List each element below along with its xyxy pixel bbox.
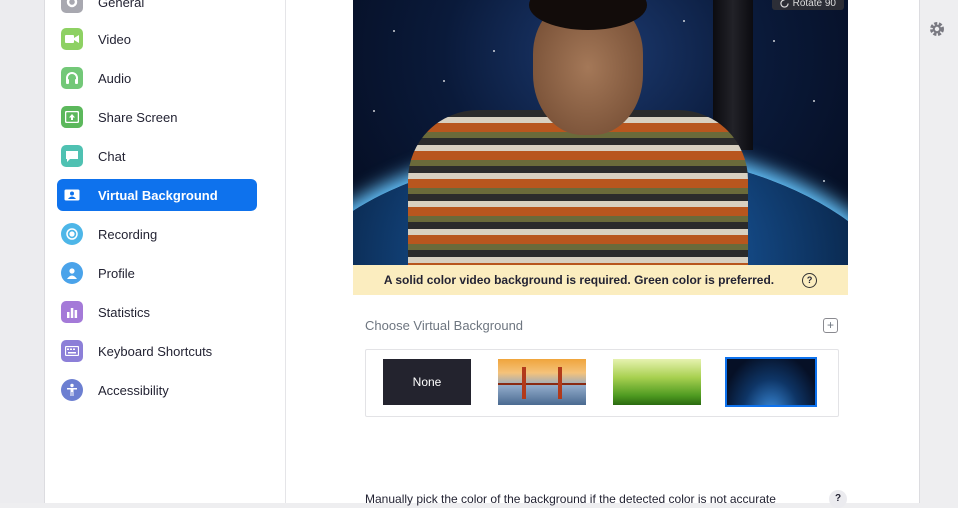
- sidebar-item-label: Share Screen: [98, 109, 178, 125]
- background-option-none[interactable]: None: [383, 359, 471, 405]
- sidebar-item-label: Chat: [98, 148, 126, 164]
- camera-preview: Rotate 90: [353, 0, 848, 265]
- sidebar-item-statistics[interactable]: Statistics: [57, 296, 257, 328]
- sidebar-item-label: Video: [98, 31, 132, 47]
- sidebar-item-accessibility[interactable]: Accessibility: [57, 374, 257, 406]
- bridge-deck: [498, 383, 586, 385]
- keyboard-icon: [61, 340, 83, 362]
- sidebar-item-profile[interactable]: Profile: [57, 257, 257, 289]
- manual-color-text: Manually pick the color of the backgroun…: [365, 492, 776, 506]
- solid-color-notice: A solid color video background is requir…: [353, 265, 848, 295]
- settings-gear-icon[interactable]: [928, 20, 946, 38]
- sidebar-item-keyboard-shortcuts[interactable]: Keyboard Shortcuts: [57, 335, 257, 367]
- sidebar-item-label: Statistics: [98, 304, 151, 320]
- gear-icon: [61, 0, 83, 13]
- background-option-space-earth[interactable]: [725, 357, 817, 407]
- recording-icon: [61, 223, 83, 245]
- chat-icon: [61, 145, 83, 167]
- sidebar-item-video[interactable]: Video: [57, 23, 257, 55]
- manual-help-icon[interactable]: ?: [829, 490, 847, 508]
- choose-background-label: Choose Virtual Background: [365, 318, 524, 333]
- sidebar-item-recording[interactable]: Recording: [57, 218, 257, 250]
- headphones-icon: [61, 67, 83, 89]
- sidebar-item-general[interactable]: General: [57, 0, 257, 18]
- background-option-grass[interactable]: [613, 359, 701, 405]
- sidebar-item-label: Profile: [98, 265, 135, 281]
- sidebar-item-virtual-background[interactable]: Virtual Background: [57, 179, 257, 211]
- share-screen-icon: [61, 106, 83, 128]
- rotate-icon: [779, 0, 789, 8]
- add-background-button[interactable]: +: [823, 318, 838, 333]
- sidebar-item-label: Audio: [98, 70, 132, 86]
- bridge-tower: [522, 367, 526, 399]
- help-icon[interactable]: ?: [802, 272, 818, 288]
- sidebar-item-label: Keyboard Shortcuts: [98, 343, 213, 359]
- notice-text: A solid color video background is requir…: [383, 273, 775, 287]
- background-options: None: [365, 349, 839, 417]
- bridge-tower: [558, 367, 562, 399]
- settings-window: General Video Audio Share Screen Chat Vi…: [44, 0, 920, 508]
- background-left: [0, 0, 44, 503]
- sidebar-item-label: General: [98, 0, 145, 10]
- sidebar-item-label: Accessibility: [98, 382, 169, 398]
- profile-icon: [61, 262, 83, 284]
- background-option-golden-gate-bridge[interactable]: [498, 359, 586, 405]
- rotate-label: Rotate 90: [792, 0, 836, 9]
- statistics-icon: [61, 301, 83, 323]
- sidebar-item-share-screen[interactable]: Share Screen: [57, 101, 257, 133]
- sidebar-item-label: Recording: [98, 226, 158, 242]
- virtual-background-icon: [61, 184, 83, 206]
- video-icon: [61, 28, 83, 50]
- sidebar-item-chat[interactable]: Chat: [57, 140, 257, 172]
- virtual-background-panel: Rotate 90 A solid color video background…: [286, 0, 918, 508]
- sidebar-item-label: Virtual Background: [98, 187, 218, 203]
- accessibility-icon: [61, 379, 83, 401]
- settings-sidebar: General Video Audio Share Screen Chat Vi…: [45, 0, 286, 503]
- rotate-button[interactable]: Rotate 90: [771, 0, 844, 10]
- sidebar-item-audio[interactable]: Audio: [57, 62, 257, 94]
- background-option-label: None: [412, 375, 442, 389]
